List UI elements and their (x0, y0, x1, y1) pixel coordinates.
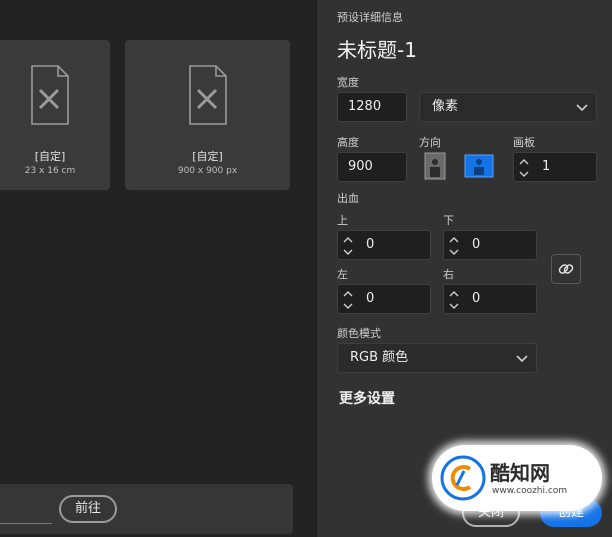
bleed-bottom-stepper[interactable]: 0 (443, 230, 537, 260)
unit-value: 像素 (432, 99, 459, 114)
preset-card[interactable]: [自定] 900 x 900 px (125, 40, 290, 190)
bleed-label: 出血 (337, 192, 359, 205)
section-title: 预设详细信息 (337, 11, 403, 24)
unit-dropdown[interactable]: 像素 (419, 92, 597, 122)
artboard-value: 1 (542, 159, 551, 174)
bleed-left-stepper[interactable]: 0 (337, 284, 431, 314)
watermark-name: 酷知网 (490, 461, 550, 485)
artboard-stepper[interactable]: 1 (513, 152, 597, 182)
document-title-input[interactable]: 未标题-1 (337, 34, 417, 63)
stepper-arrows-icon[interactable] (449, 235, 459, 257)
stepper-arrows-icon[interactable] (343, 235, 353, 257)
stepper-arrows-icon[interactable] (449, 289, 459, 311)
more-settings-link[interactable]: 更多设置 (339, 388, 395, 408)
bleed-bottom-value: 0 (472, 237, 481, 252)
stepper-arrows-icon[interactable] (519, 157, 529, 179)
link-bleed-button[interactable] (551, 254, 581, 284)
search-field-underline[interactable] (0, 523, 52, 524)
preset-title: [自定] (192, 150, 223, 163)
landscape-icon (464, 154, 494, 178)
bleed-top-label: 上 (337, 214, 348, 227)
height-value: 900 (348, 159, 373, 174)
width-field[interactable]: 1280 (337, 92, 407, 122)
stepper-arrows-icon[interactable] (343, 289, 353, 311)
goto-button[interactable]: 前往 (59, 495, 117, 523)
coozhi-logo-icon (440, 455, 486, 501)
chevron-down-icon (516, 355, 528, 363)
site-watermark: 酷知网 www.coozhi.com (432, 445, 602, 511)
color-mode-value: RGB 颜色 (350, 350, 409, 365)
landscape-orientation-button[interactable] (464, 152, 494, 180)
document-icon (188, 65, 227, 125)
bleed-top-value: 0 (366, 237, 375, 252)
orientation-label: 方向 (419, 136, 441, 149)
watermark-url: www.coozhi.com (492, 486, 568, 496)
bleed-right-stepper[interactable]: 0 (443, 284, 537, 314)
width-label: 宽度 (337, 76, 359, 89)
color-mode-dropdown[interactable]: RGB 颜色 (337, 343, 537, 373)
width-value: 1280 (348, 99, 382, 114)
chain-link-icon (558, 264, 574, 274)
document-icon (31, 65, 69, 125)
preset-title: [自定] (34, 150, 66, 163)
portrait-icon (424, 152, 446, 180)
preset-size: 900 x 900 px (177, 166, 238, 176)
bleed-bottom-label: 下 (443, 214, 454, 227)
bleed-left-value: 0 (366, 291, 375, 306)
artboard-label: 画板 (513, 136, 535, 149)
preset-card[interactable]: [自定] 23 x 16 cm (0, 40, 110, 190)
portrait-orientation-button[interactable] (422, 152, 448, 180)
height-label: 高度 (337, 136, 359, 149)
template-search-bar: 前往 (0, 484, 293, 534)
bleed-right-value: 0 (472, 291, 481, 306)
chevron-down-icon (576, 104, 588, 112)
bleed-left-label: 左 (337, 268, 348, 281)
bleed-right-label: 右 (443, 268, 454, 281)
color-mode-label: 颜色模式 (337, 327, 381, 340)
preset-gallery: [自定] 23 x 16 cm [自定] 900 x 900 px 前往 (0, 0, 316, 537)
height-field[interactable]: 900 (337, 152, 407, 182)
preset-size: 23 x 16 cm (24, 166, 76, 176)
bleed-top-stepper[interactable]: 0 (337, 230, 431, 260)
